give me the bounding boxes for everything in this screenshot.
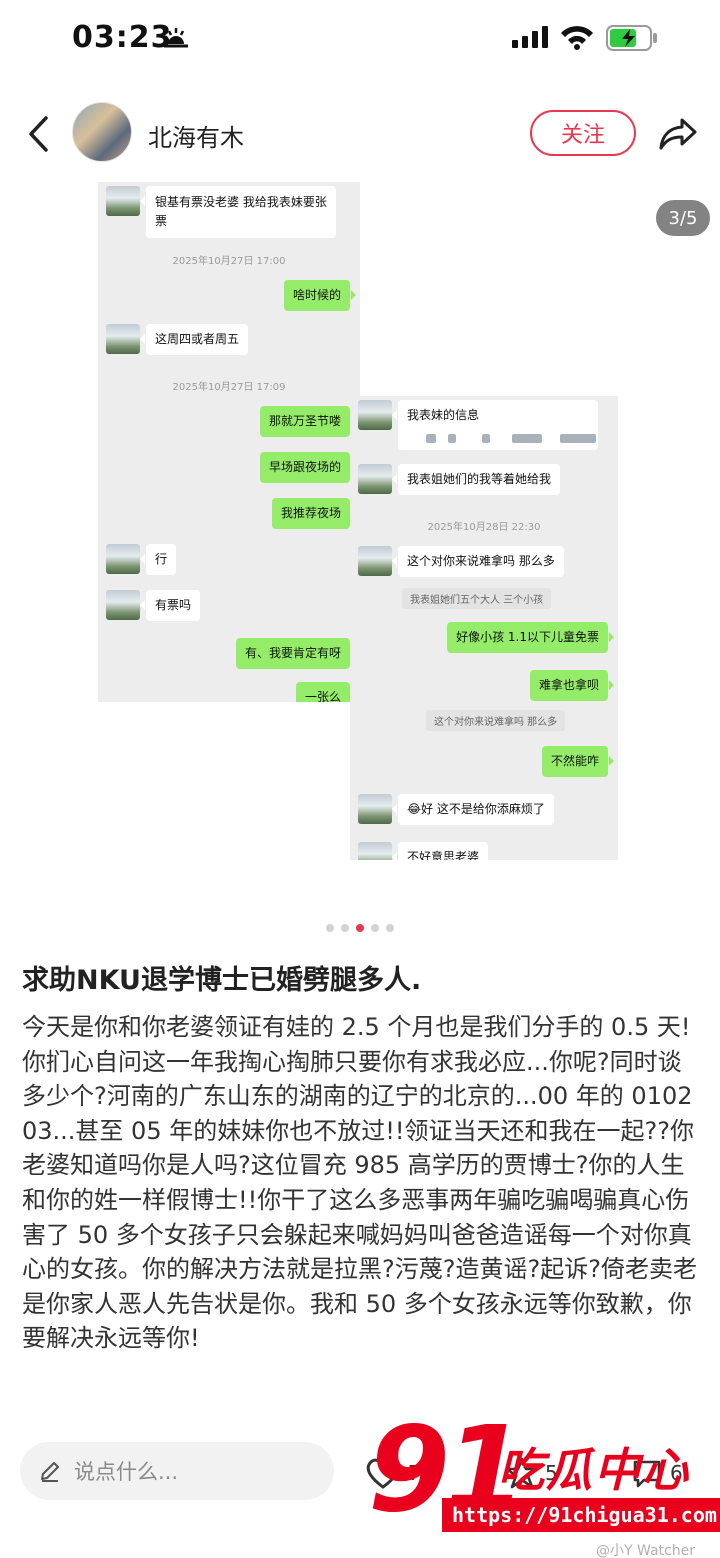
chat-row: 有、我要肯定有呀 xyxy=(98,638,360,669)
chat-avatar xyxy=(106,324,140,354)
chat-bubble: 早场跟夜场的 xyxy=(259,452,357,483)
chat-row: 我推荐夜场 xyxy=(98,498,360,529)
chat-row: 好像小孩 1.1以下儿童免票 xyxy=(350,622,618,653)
chat-row: 那就万圣节喽 xyxy=(98,406,360,437)
chat-bubble: 我推荐夜场 xyxy=(271,498,357,529)
chat-bubble: 好像小孩 1.1以下儿童免票 xyxy=(447,622,614,653)
chat-row: 啥时候的 xyxy=(98,280,360,311)
chat-bubble: 我表姐她们的我等着她给我 xyxy=(391,464,561,495)
chat-bubble: 啥时候的 xyxy=(283,280,357,311)
chat-row: 难拿也拿呗 xyxy=(350,670,618,701)
carousel-dot[interactable] xyxy=(386,924,394,932)
chat-row: 我表姐她们的我等着她给我 xyxy=(350,464,618,495)
chat-avatar xyxy=(358,842,392,860)
chat-bubble: 难拿也拿呗 xyxy=(529,670,615,701)
blurred-text xyxy=(426,434,436,443)
chat-avatar xyxy=(358,546,392,576)
signal-icon xyxy=(512,26,550,52)
blurred-text xyxy=(512,434,542,443)
carousel-indicator xyxy=(0,924,720,938)
status-time: 03:23 xyxy=(72,20,173,55)
chat-timestamp: 2025年10月27日 17:09 xyxy=(172,382,286,393)
chat-row: 早场跟夜场的 xyxy=(98,452,360,483)
alarm-icon xyxy=(160,26,192,54)
chat-row: 😂好 这不是给你添麻烦了 xyxy=(350,794,618,825)
blurred-text xyxy=(448,434,456,443)
chat-bubble: 银基有票没老婆 我给我表妹要张 票 xyxy=(140,186,336,238)
chat-avatar xyxy=(106,590,140,620)
carousel-dot[interactable] xyxy=(371,924,379,932)
chat-bubble: 这个对你来说难拿吗 那么多 xyxy=(392,546,564,577)
chat-row: 不然能咋 xyxy=(350,746,618,777)
chat-row: 银基有票没老婆 我给我表妹要张 票 xyxy=(98,186,360,238)
watermark-url: https://91chigua31.com xyxy=(442,1498,720,1532)
follow-button[interactable]: 关注 xyxy=(530,110,636,156)
author-name[interactable]: 北海有木 xyxy=(148,118,244,153)
carousel-dot[interactable] xyxy=(341,924,349,932)
quoted-message: 我表姐她们五个大人 三个小孩 xyxy=(402,588,552,609)
share-icon xyxy=(659,118,697,150)
comment-placeholder: 说点什么... xyxy=(74,1460,179,1484)
chat-bubble: 😂好 这不是给你添麻烦了 xyxy=(392,794,554,825)
chat-bubble: 那就万圣节喽 xyxy=(259,406,357,437)
carousel-dot[interactable] xyxy=(326,924,334,932)
chat-screenshot-right: 我表妹的信息 我表姐她们的我等着她给我 2025年10月28日 22:30 这个… xyxy=(350,396,618,860)
chat-avatar xyxy=(358,794,392,824)
chevron-left-icon xyxy=(29,116,48,152)
chat-screenshot-left: 银基有票没老婆 我给我表妹要张 票 2025年10月27日 17:00 啥时候的… xyxy=(98,182,360,702)
chat-row: 一张么 xyxy=(98,682,360,702)
back-button[interactable] xyxy=(18,112,58,156)
post-title: 求助NKU退学博士已婚劈腿多人. xyxy=(22,965,422,996)
chat-avatar xyxy=(106,186,140,216)
chat-bubble: 不好意思老婆 xyxy=(391,842,489,860)
carousel-dot-active[interactable] xyxy=(356,924,364,932)
chat-row: 不好意思老婆 xyxy=(350,842,618,860)
watermark-logo-text: 吃瓜中心 xyxy=(498,1443,690,1497)
site-watermark: 91 吃瓜中心 https://91chigua31.com xyxy=(368,1410,720,1558)
chat-timestamp: 2025年10月28日 22:30 xyxy=(427,522,541,533)
chat-message-line: 我表妹的信息 xyxy=(407,408,480,422)
avatar[interactable] xyxy=(72,102,132,162)
chat-row: 这个对你来说难拿吗 那么多 xyxy=(350,546,618,577)
post-body: 今天是你和你老婆领证有娃的 2.5 个月也是我们分手的 0.5 天!你扪心自问这… xyxy=(22,1013,697,1353)
comment-input[interactable]: 说点什么... xyxy=(20,1442,334,1500)
image-carousel[interactable]: 3/5 银基有票没老婆 我给我表妹要张 票 2025年10月27日 17:00 … xyxy=(0,176,720,916)
chat-bubble: 有票吗 xyxy=(139,590,201,621)
page-counter: 3/5 xyxy=(656,200,710,236)
share-button[interactable] xyxy=(656,112,700,156)
chat-avatar xyxy=(106,544,140,574)
chat-bubble: 这周四或者周五 xyxy=(139,324,249,355)
pencil-icon xyxy=(41,1462,59,1482)
chat-bubble: 不然能咋 xyxy=(541,746,615,777)
chat-message-line: 银基有票没老婆 我给我表妹要张 xyxy=(155,195,327,209)
chat-row: 这周四或者周五 xyxy=(98,324,360,355)
chat-avatar xyxy=(358,464,392,494)
chat-row: 有票吗 xyxy=(98,590,360,621)
chat-avatar xyxy=(358,400,392,430)
chat-bubble: 有、我要肯定有呀 xyxy=(235,638,357,669)
chat-row: 我表妹的信息 xyxy=(350,400,618,450)
blurred-text xyxy=(560,434,596,443)
battery-icon xyxy=(606,25,658,55)
chat-message-line: 票 xyxy=(155,214,168,228)
chat-row: 行 xyxy=(98,544,360,575)
chat-bubble: 一张么 xyxy=(295,682,357,702)
status-bar: 03:23 xyxy=(0,0,720,80)
chat-timestamp: 2025年10月27日 17:00 xyxy=(172,256,286,267)
blurred-text xyxy=(482,434,490,443)
post-header: 北海有木 关注 xyxy=(0,92,720,176)
chat-bubble: 行 xyxy=(139,544,177,575)
wifi-icon xyxy=(560,24,594,54)
quoted-message: 这个对你来说难拿吗 那么多 xyxy=(426,710,566,731)
